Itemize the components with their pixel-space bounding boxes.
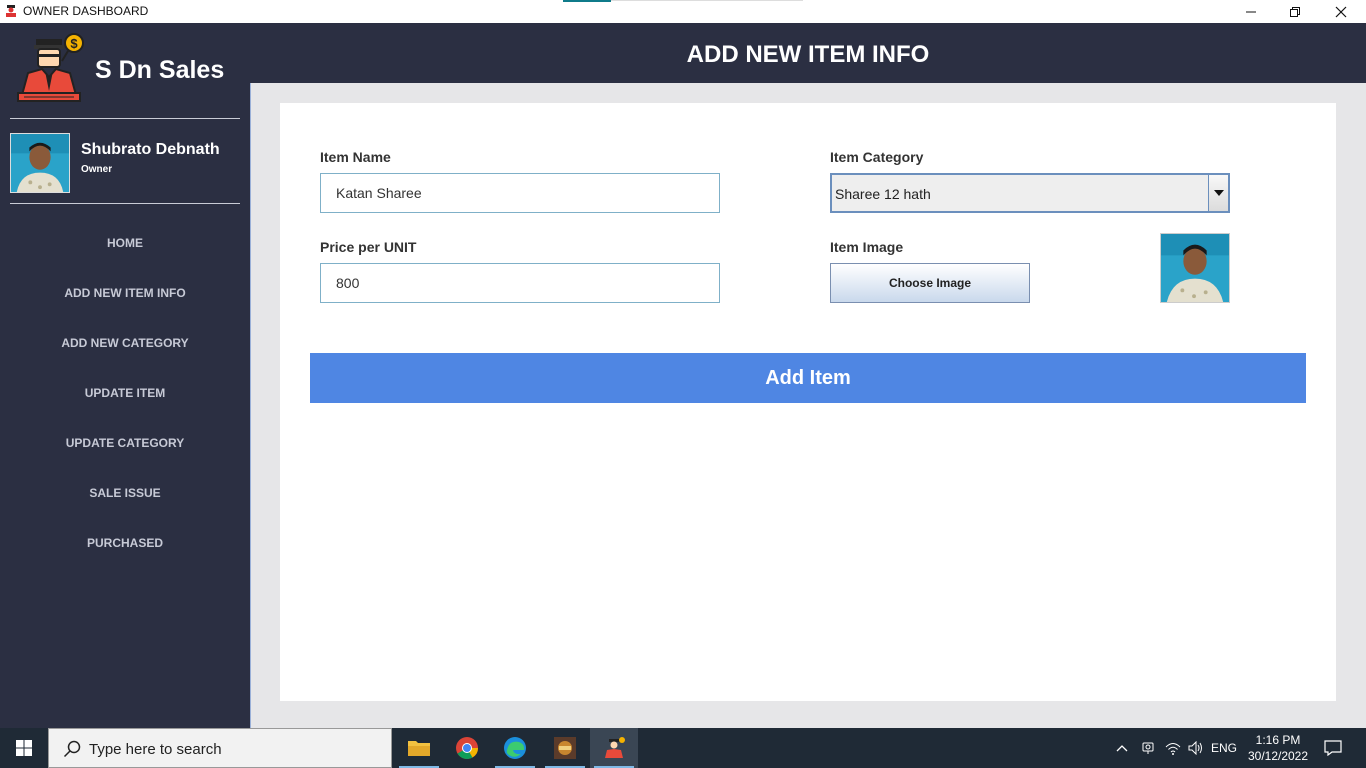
- sidebar-divider: [10, 118, 240, 119]
- page-header: ADD NEW ITEM INFO: [250, 23, 1366, 83]
- app-icon: [6, 5, 16, 17]
- search-icon: [63, 740, 81, 758]
- notification-button[interactable]: [1318, 728, 1348, 768]
- item-name-input[interactable]: [320, 173, 720, 213]
- dropdown-arrow-button[interactable]: [1208, 175, 1228, 211]
- close-icon: [1335, 6, 1347, 17]
- titlebar-accent: [563, 0, 611, 2]
- game-app[interactable]: [541, 728, 589, 768]
- owner-dashboard-app[interactable]: [590, 728, 638, 768]
- sidebar-item-add-new-category[interactable]: ADD NEW CATEGORY: [0, 318, 250, 368]
- language-indicator[interactable]: ENG: [1210, 728, 1238, 768]
- titlebar-accent-line: [611, 0, 803, 1]
- window-title: OWNER DASHBOARD: [23, 4, 149, 18]
- sidebar-item-home[interactable]: HOME: [0, 218, 250, 268]
- sidebar: $ S Dn Sales Shubrato Debnath Owner HOME…: [0, 23, 250, 728]
- chrome-app[interactable]: [443, 728, 491, 768]
- sidebar-item-update-category[interactable]: UPDATE CATEGORY: [0, 418, 250, 468]
- taskbar-clock[interactable]: 1:16 PM 30/12/2022: [1240, 732, 1316, 764]
- price-input[interactable]: [320, 263, 720, 303]
- price-label: Price per UNIT: [320, 239, 417, 255]
- network-button[interactable]: [1162, 728, 1184, 768]
- folder-icon: [408, 741, 430, 756]
- user-role: Owner: [81, 164, 113, 175]
- clock-time: 1:16 PM: [1255, 733, 1301, 747]
- wifi-icon: [1165, 743, 1181, 755]
- sidebar-item-purchased[interactable]: PURCHASED: [0, 518, 250, 568]
- game-icon: [554, 737, 576, 759]
- restore-icon: [1290, 6, 1300, 17]
- windows-icon: [16, 740, 32, 756]
- user-avatar: [10, 133, 70, 193]
- add-item-button[interactable]: Add Item: [310, 353, 1306, 403]
- show-hidden-icons-button[interactable]: [1112, 728, 1132, 768]
- webcam-icon: [1142, 742, 1154, 754]
- item-category-value: Sharee 12 hath: [835, 186, 931, 202]
- item-category-select[interactable]: Sharee 12 hath: [830, 173, 1230, 213]
- sidebar-item-add-new-item-info[interactable]: ADD NEW ITEM INFO: [0, 268, 250, 318]
- salesman-logo-icon: $: [17, 33, 84, 102]
- taskbar-search[interactable]: Type here to search: [48, 728, 392, 768]
- minimize-icon: [1246, 11, 1256, 12]
- user-name: Shubrato Debnath: [81, 141, 220, 158]
- volume-button[interactable]: [1185, 728, 1207, 768]
- chrome-icon: [456, 737, 478, 759]
- sidebar-item-sale-issue[interactable]: SALE ISSUE: [0, 468, 250, 518]
- salesman-app-icon: [605, 737, 625, 758]
- brand-name: S Dn Sales: [95, 56, 225, 84]
- chevron-up-icon: [1116, 745, 1128, 752]
- search-placeholder: Type here to search: [89, 741, 222, 758]
- sidebar-divider: [10, 203, 240, 204]
- sidebar-nav: HOME ADD NEW ITEM INFO ADD NEW CATEGORY …: [0, 218, 250, 568]
- taskbar: Type here to search ENG 1:16 PM 30/12/20…: [0, 728, 1366, 768]
- sidebar-item-update-item[interactable]: UPDATE ITEM: [0, 368, 250, 418]
- item-image-label: Item Image: [830, 239, 904, 255]
- file-explorer-app[interactable]: [395, 728, 443, 768]
- speaker-icon: [1188, 741, 1202, 755]
- minimize-button[interactable]: [1228, 0, 1274, 23]
- edge-app[interactable]: [491, 728, 539, 768]
- item-category-label: Item Category: [830, 149, 924, 165]
- choose-image-button[interactable]: Choose Image: [830, 263, 1030, 303]
- clock-date: 30/12/2022: [1247, 749, 1309, 763]
- window-titlebar: OWNER DASHBOARD: [0, 0, 1366, 23]
- edge-icon: [504, 737, 526, 759]
- chevron-down-icon: [1213, 190, 1224, 196]
- close-button[interactable]: [1318, 0, 1364, 23]
- restore-button[interactable]: [1272, 0, 1318, 23]
- meet-now-button[interactable]: [1138, 728, 1158, 768]
- item-name-label: Item Name: [320, 149, 391, 165]
- page-title: ADD NEW ITEM INFO: [686, 41, 930, 68]
- item-image-preview: [1160, 233, 1230, 303]
- notification-icon: [1324, 740, 1342, 756]
- start-button[interactable]: [0, 728, 48, 768]
- svg-text:$: $: [70, 36, 78, 51]
